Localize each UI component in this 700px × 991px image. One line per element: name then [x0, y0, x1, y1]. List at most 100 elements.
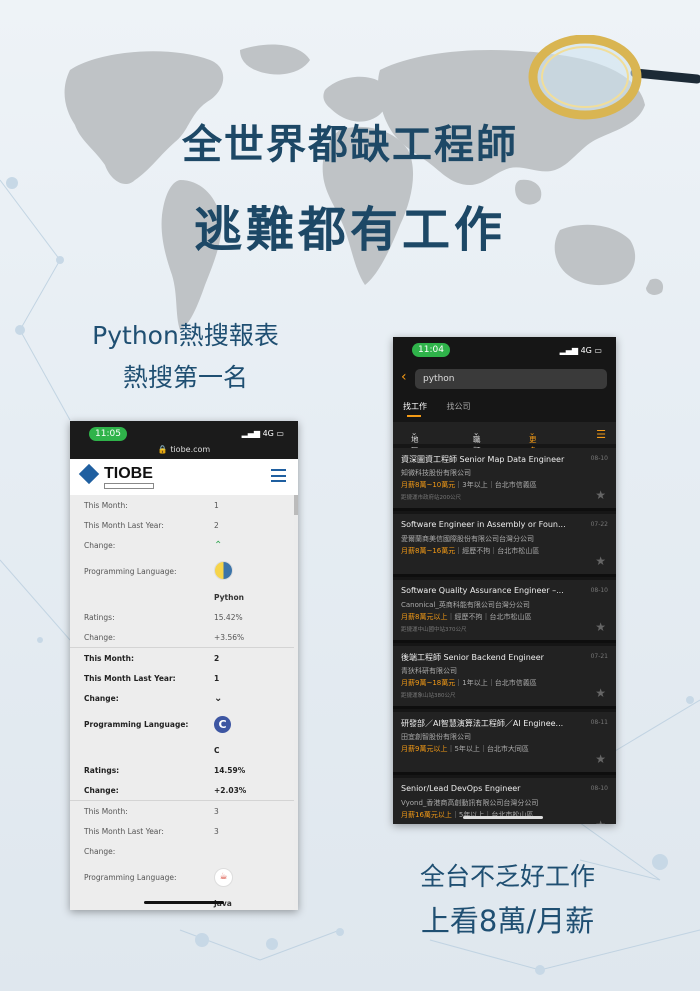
bookmark-star-icon[interactable]: ★ — [595, 488, 606, 502]
hamburger-menu-icon[interactable] — [271, 469, 286, 482]
row-label: Change: — [84, 846, 116, 856]
bookmark-star-icon[interactable]: ★ — [595, 554, 606, 568]
row-value: 2 — [214, 520, 219, 530]
job-meta: 經歷不拘｜台北市松山區 — [454, 613, 532, 621]
bookmark-star-icon[interactable]: ★ — [595, 620, 606, 634]
status-time: 11:04 — [412, 343, 450, 357]
job-salary: 月薪16萬元以上 — [401, 811, 452, 819]
row-value: 15.42% — [214, 612, 243, 622]
status-time: 11:05 — [89, 427, 127, 441]
job-title: Software Quality Assurance Engineer –... — [401, 586, 564, 595]
ranking-block-java: This Month: 3 This Month Last Year: 3 Chan… — [70, 801, 294, 910]
job-company: 知微科技股份有限公司 — [401, 469, 471, 477]
job-item[interactable]: 後端工程師 Senior Backend Engineer 07-21 青狄科研… — [393, 646, 616, 709]
search-input[interactable]: python — [415, 369, 607, 389]
row-label: Change: — [84, 785, 119, 795]
job-salary: 月薪8萬~16萬元 — [401, 547, 456, 555]
job-company: 田宜創智股份有限公司 — [401, 733, 471, 741]
job-date: 08-10 — [590, 455, 608, 462]
job-item[interactable]: Software Engineer in Assembly or Foun...… — [393, 514, 616, 577]
c-logo-icon: C — [214, 715, 231, 733]
ranking-block-python: This Month: 1 This Month Last Year: 2 Chan… — [70, 495, 294, 648]
job-date: 08-11 — [590, 719, 608, 726]
job-date: 08-10 — [590, 785, 608, 792]
right-caption: 全台不乏好工作 上看8萬/月薪 — [400, 855, 615, 943]
tiobe-logo-mark-icon — [78, 463, 100, 485]
tab-find-job[interactable]: 找工作 — [403, 402, 427, 411]
job-title: Senior/Lead DevOps Engineer — [401, 784, 521, 793]
url-text: tiobe.com — [170, 445, 211, 454]
right-caption-line1: 全台不乏好工作 — [419, 862, 595, 891]
filter-more[interactable]: 更多(2) ⌄ — [529, 428, 540, 465]
job-salary-line: 月薪9萬~18萬元｜1年以上｜台北市信義區 — [401, 679, 537, 687]
status-bar: 11:04 ▂▄▆ 4G ▭ — [393, 337, 616, 361]
bookmark-star-icon[interactable]: ★ — [595, 752, 606, 766]
language-name: Java — [214, 899, 294, 908]
network-type: 4G — [580, 346, 592, 355]
url-bar[interactable]: 🔒 tiobe.com — [70, 445, 298, 454]
row-label: Programming Language: — [84, 872, 177, 882]
row-label: Change: — [84, 693, 119, 703]
row-label: Ratings: — [84, 765, 120, 775]
job-company: 青狄科研有限公司 — [401, 667, 457, 675]
bookmark-star-icon[interactable]: ★ — [595, 686, 606, 700]
job-item[interactable]: 資深圖資工程師 Senior Map Data Engineer 08-10 知… — [393, 448, 616, 511]
home-indicator[interactable] — [144, 901, 224, 904]
row-value: 2 — [214, 653, 220, 663]
job-company: Canonical_英商科能有限公司台灣分公司 — [401, 601, 530, 609]
job-title: 研發部／AI智慧演算法工程師／AI Enginee... — [401, 719, 564, 728]
active-tab-indicator — [407, 415, 421, 417]
row-label: This Month: — [84, 653, 134, 663]
job-date: 07-22 — [590, 521, 608, 528]
tab-find-company[interactable]: 找公司 — [447, 402, 471, 411]
tiobe-logo[interactable]: TIOBE — [78, 463, 154, 489]
job-item[interactable]: Software Quality Assurance Engineer –...… — [393, 580, 616, 643]
row-label: This Month Last Year: — [84, 826, 164, 836]
language-name: Python — [214, 592, 244, 602]
row-label: This Month: — [84, 806, 128, 816]
job-salary-line: 月薪8萬元以上｜經歷不拘｜台北市松山區 — [401, 613, 532, 621]
poster: 全世界都缺工程師 逃難都有工作 Python熱搜報表 熱搜第一名 11:05 ▂… — [0, 0, 700, 991]
job-company: Vyond_香港商高創動訊有限公司台灣分公司 — [401, 799, 539, 807]
filter-category[interactable]: 職類 ⌄ — [473, 428, 481, 455]
bookmark-star-icon[interactable]: ★ — [595, 818, 606, 824]
row-label: This Month Last Year: — [84, 673, 176, 683]
row-label: Change: — [84, 540, 116, 550]
home-indicator[interactable] — [463, 816, 543, 819]
ranking-table: This Month: 1 This Month Last Year: 2 Chan… — [70, 495, 294, 910]
job-title: 資深圖資工程師 Senior Map Data Engineer — [401, 455, 565, 464]
job-salary-line: 月薪8萬~10萬元｜3年以上｜台北市信義區 — [401, 481, 537, 489]
row-value: 3 — [214, 806, 219, 816]
job-note: 距捷運市政府站200公尺 — [401, 495, 461, 501]
row-value: +2.03% — [214, 785, 247, 795]
row-value: 1 — [214, 673, 220, 683]
tiobe-phone-screenshot: 11:05 ▂▄▆ 4G ▭ 🔒 tiobe.com TIOBE This Mo… — [70, 421, 298, 910]
signal-indicator: ▂▄▆ 4G ▭ — [241, 429, 284, 438]
job-item[interactable]: 研發部／AI智慧演算法工程師／AI Enginee... 08-11 田宜創智股… — [393, 712, 616, 775]
job-title: Software Engineer in Assembly or Foun... — [401, 520, 566, 529]
job-meta: 1年以上｜台北市信義區 — [462, 679, 537, 687]
row-value: 3 — [214, 826, 219, 836]
job-salary-line: 月薪8萬~16萬元｜經歷不拘｜台北市松山區 — [401, 547, 540, 555]
change-down-icon: ⌄ — [214, 692, 223, 704]
job-date: 08-10 — [590, 587, 608, 594]
change-up-icon: ⌃ — [214, 539, 223, 551]
java-logo-icon: ☕ — [214, 867, 233, 887]
python-logo-icon — [214, 560, 233, 580]
job-list: 資深圖資工程師 Senior Map Data Engineer 08-10 知… — [393, 448, 616, 824]
left-caption-line2: 熱搜第一名 — [122, 363, 248, 392]
back-arrow-icon[interactable]: ‹ — [401, 369, 407, 385]
filter-bar: 地區 ⌄ 職類 ⌄ 更多(2) ⌄ ☰ — [393, 422, 616, 465]
job-note: 距捷運象山站380公尺 — [401, 693, 456, 699]
sort-icon[interactable]: ☰ — [596, 428, 606, 441]
tiobe-logo-tagline — [104, 483, 154, 489]
site-header: TIOBE — [70, 459, 298, 496]
job-salary: 月薪8萬元以上 — [401, 613, 448, 621]
row-value: 14.59% — [214, 765, 246, 775]
filter-area[interactable]: 地區 ⌄ — [411, 428, 419, 455]
row-label: Ratings: — [84, 612, 115, 622]
right-caption-line2: 上看8萬/月薪 — [420, 904, 595, 938]
job-salary-line: 月薪9萬元以上｜5年以上｜台北市大同區 — [401, 745, 529, 753]
scrollbar[interactable] — [294, 495, 298, 910]
job-salary: 月薪9萬元以上 — [401, 745, 448, 753]
